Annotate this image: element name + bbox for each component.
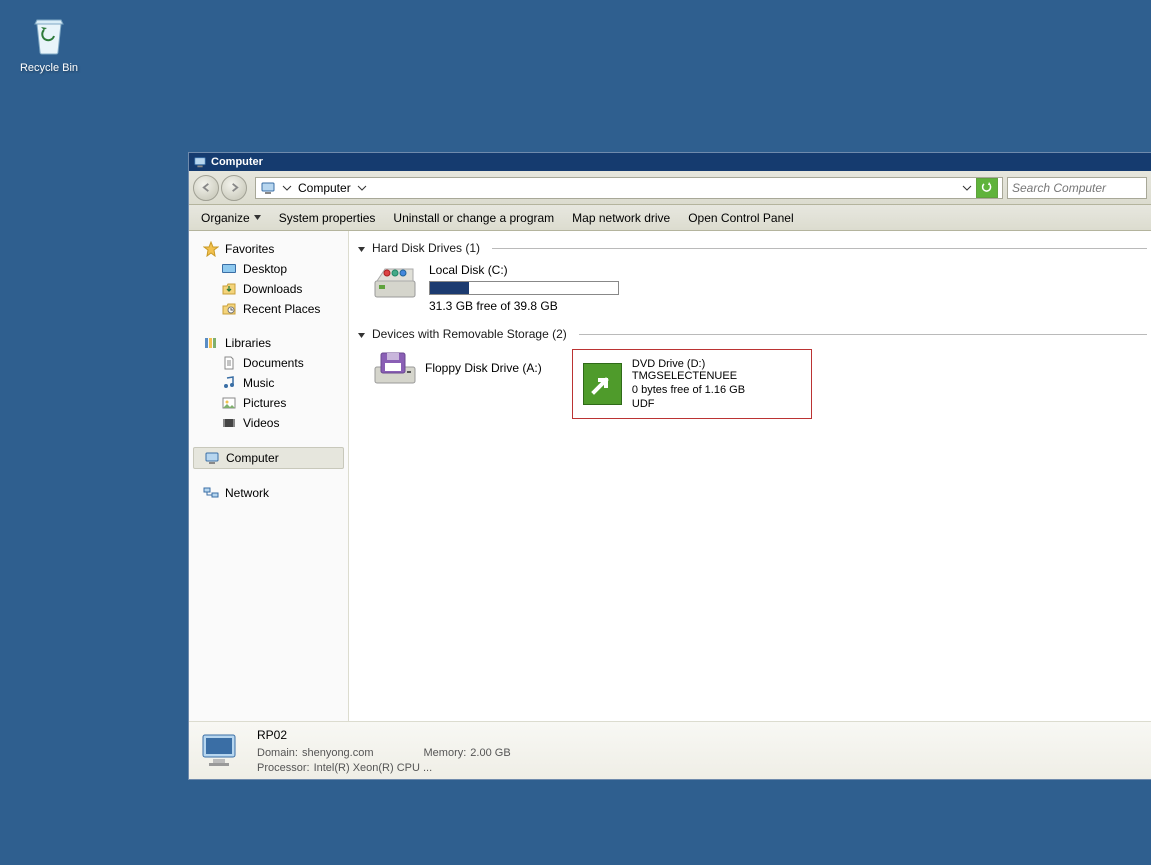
system-properties-button[interactable]: System properties [279, 211, 376, 225]
dropdown-icon[interactable] [357, 183, 367, 193]
network-icon [203, 485, 219, 501]
music-icon [221, 375, 237, 391]
pictures-icon [221, 395, 237, 411]
dropdown-icon[interactable] [282, 183, 292, 193]
libraries-icon [203, 335, 219, 351]
recent-icon [221, 301, 237, 317]
chevron-down-icon [254, 215, 261, 220]
map-drive-button[interactable]: Map network drive [572, 211, 670, 225]
videos-icon [221, 415, 237, 431]
drive-floppy-a[interactable]: Floppy Disk Drive (A:) [373, 349, 542, 387]
sidebar-item-desktop[interactable]: Desktop [193, 259, 344, 279]
sidebar-libraries[interactable]: Libraries [193, 333, 344, 353]
dvd-line2: 0 bytes free of 1.16 GB [632, 384, 801, 396]
command-bar: Organize System properties Uninstall or … [189, 205, 1151, 231]
search-input[interactable]: Search Computer [1007, 177, 1147, 199]
recycle-bin-icon [27, 12, 71, 56]
details-pane: RP02 Domain:shenyong.com Memory:2.00 GB … [189, 721, 1151, 779]
sidebar-item-recent[interactable]: Recent Places [193, 299, 344, 319]
sidebar-item-network[interactable]: Network [193, 483, 344, 503]
drive-dvd-d[interactable]: DVD Drive (D:) TMGSELECTENUEE 0 bytes fr… [572, 349, 812, 419]
group-header-hdd[interactable]: Hard Disk Drives (1) [357, 241, 1147, 255]
sidebar-item-music[interactable]: Music [193, 373, 344, 393]
computer-icon [193, 155, 207, 169]
arrow-right-icon [229, 182, 240, 193]
star-icon [203, 241, 219, 257]
collapse-icon [357, 244, 366, 253]
dvd-shortcut-icon [583, 363, 622, 405]
sidebar-item-pictures[interactable]: Pictures [193, 393, 344, 413]
dvd-line1: DVD Drive (D:) TMGSELECTENUEE [632, 358, 801, 382]
disk-usage-bar [429, 281, 619, 295]
control-panel-button[interactable]: Open Control Panel [688, 211, 793, 225]
details-processor: Processor:Intel(R) Xeon(R) CPU ... [257, 762, 432, 774]
details-name: RP02 [257, 728, 511, 742]
breadcrumb[interactable]: Computer [298, 181, 351, 195]
sidebar: Favorites Desktop Downloads Recent Place… [189, 231, 349, 721]
content-pane: Hard Disk Drives (1) Local Disk (C:) [349, 231, 1151, 721]
drive-label: Floppy Disk Drive (A:) [425, 361, 542, 375]
drive-label: Local Disk (C:) [429, 263, 619, 277]
drive-local-disk-c[interactable]: Local Disk (C:) 31.3 GB free of 39.8 GB [373, 263, 1147, 313]
organize-menu[interactable]: Organize [201, 211, 261, 225]
drive-freeline: 31.3 GB free of 39.8 GB [429, 299, 619, 313]
refresh-button[interactable] [976, 178, 998, 198]
sidebar-item-downloads[interactable]: Downloads [193, 279, 344, 299]
address-bar[interactable]: Computer [255, 177, 1003, 199]
back-button[interactable] [193, 175, 219, 201]
arrow-left-icon [201, 182, 212, 193]
floppy-drive-icon [373, 349, 417, 387]
hard-drive-icon [373, 263, 417, 301]
dropdown-icon[interactable] [962, 183, 972, 193]
documents-icon [221, 355, 237, 371]
collapse-icon [357, 330, 366, 339]
desktop-icon [221, 261, 237, 277]
details-domain: Domain:shenyong.com [257, 747, 374, 759]
downloads-icon [221, 281, 237, 297]
sidebar-item-computer[interactable]: Computer [193, 447, 344, 469]
computer-icon [199, 731, 243, 771]
refresh-icon [980, 181, 994, 195]
explorer-window: Computer Computer [188, 152, 1151, 780]
forward-button[interactable] [221, 175, 247, 201]
sidebar-item-videos[interactable]: Videos [193, 413, 344, 433]
titlebar[interactable]: Computer [189, 153, 1151, 171]
dvd-line3: UDF [632, 398, 801, 410]
details-memory: Memory:2.00 GB [424, 747, 511, 759]
computer-icon [260, 180, 276, 196]
recycle-bin[interactable]: Recycle Bin [12, 12, 86, 74]
sidebar-item-documents[interactable]: Documents [193, 353, 344, 373]
sidebar-favorites[interactable]: Favorites [193, 239, 344, 259]
window-title: Computer [211, 156, 263, 168]
recycle-bin-label: Recycle Bin [20, 62, 78, 74]
nav-row: Computer Search Computer [189, 171, 1151, 205]
uninstall-button[interactable]: Uninstall or change a program [393, 211, 554, 225]
computer-icon [204, 450, 220, 466]
group-header-removable[interactable]: Devices with Removable Storage (2) [357, 327, 1147, 341]
